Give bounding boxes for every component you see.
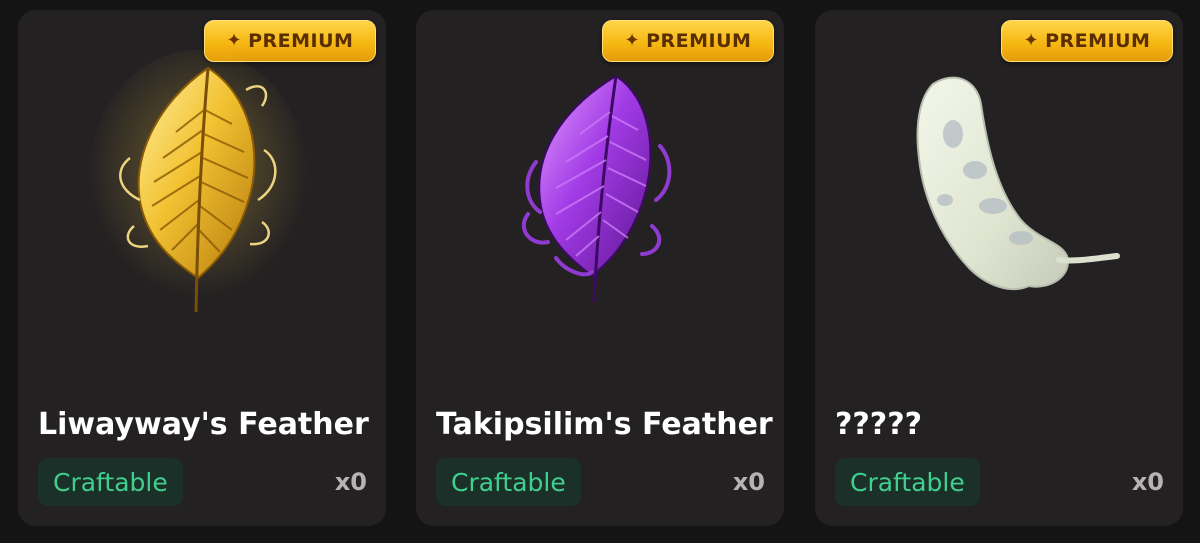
- craftable-status: Craftable: [835, 458, 980, 506]
- sparkle-icon: ✦: [226, 30, 243, 51]
- premium-label: PREMIUM: [646, 30, 752, 52]
- item-name: ?????: [835, 407, 923, 442]
- item-count: x0: [732, 468, 765, 496]
- item-name: Liwayway's Feather: [38, 407, 369, 442]
- item-count: x0: [334, 468, 367, 496]
- sparkle-icon: ✦: [624, 30, 641, 51]
- sparkle-icon: ✦: [1023, 30, 1040, 51]
- premium-label: PREMIUM: [248, 30, 354, 52]
- item-name: Takipsilim's Feather: [436, 407, 773, 442]
- item-card-liwayway-feather[interactable]: ✦ PREMIUM Liwayway's Feather Craftable x…: [18, 10, 386, 526]
- item-count: x0: [1131, 468, 1164, 496]
- craftable-status: Craftable: [436, 458, 581, 506]
- premium-label: PREMIUM: [1045, 30, 1151, 52]
- item-grid: ✦ PREMIUM Liwayway's Feather Craftable x…: [0, 0, 1200, 543]
- item-card-takipsilim-feather[interactable]: ✦ PREMIUM Takipsilim's Feather Craftable…: [416, 10, 784, 526]
- item-card-unknown[interactable]: ✦ PREMIUM ????? Craftable x0: [815, 10, 1183, 526]
- golden-feather-image: [18, 50, 386, 330]
- craftable-status: Craftable: [38, 458, 183, 506]
- purple-feather-image: [416, 50, 784, 330]
- white-feather-image: [815, 50, 1183, 330]
